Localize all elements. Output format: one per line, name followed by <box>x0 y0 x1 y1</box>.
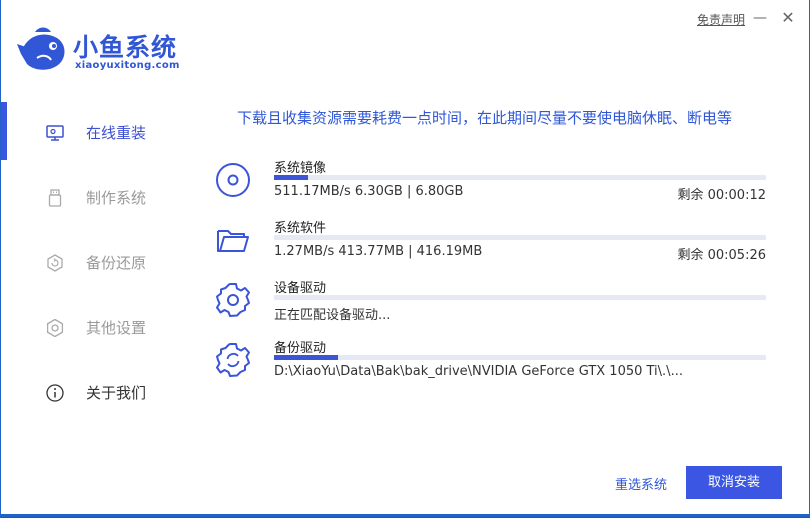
task-detail: 511.17MB/s 6.30GB | 6.80GB <box>274 184 464 199</box>
sidebar-item-label: 备份还原 <box>86 254 147 272</box>
progress-fill <box>274 175 309 180</box>
sidebar-item-online-reinstall[interactable]: 在线重装 <box>1 112 191 152</box>
download-notice: 下载且收集资源需要耗费一点时间，在此期间尽量不要使电脑休眠、断电等 <box>237 109 733 127</box>
logo-subtitle: xiaoyuxitong.com <box>75 60 180 71</box>
task-remaining: 剩余 00:00:12 <box>677 188 766 203</box>
disclaimer-link[interactable]: 免责声明 <box>697 11 745 28</box>
logo-title: 小鱼系统 <box>73 33 178 62</box>
task-remaining: 剩余 00:05:26 <box>677 248 766 263</box>
progress-bar <box>274 235 766 240</box>
gear-icon <box>46 318 64 338</box>
task-device-driver: 设备驱动 正在匹配设备驱动... <box>215 280 775 336</box>
progress-bar <box>274 175 766 180</box>
task-system-software: 系统软件 1.27MB/s 413.77MB | 416.19MB 剩余 00:… <box>215 220 775 276</box>
task-backup-driver: 备份驱动 D:\XiaoYu\Data\Bak\bak_drive\NVIDIA… <box>215 340 775 396</box>
task-detail: D:\XiaoYu\Data\Bak\bak_drive\NVIDIA GeFo… <box>274 364 683 379</box>
task-detail: 正在匹配设备驱动... <box>274 308 391 323</box>
usb-drive-icon <box>48 189 62 207</box>
sidebar-item-label: 其他设置 <box>86 319 147 337</box>
sidebar-item-backup-restore[interactable]: 备份还原 <box>1 242 191 282</box>
gear-icon <box>216 283 250 317</box>
sidebar-item-label: 在线重装 <box>86 124 147 142</box>
monitor-icon <box>46 125 64 141</box>
close-button[interactable]: ✕ <box>779 9 797 27</box>
info-icon <box>46 384 64 402</box>
task-name: 系统镜像 <box>274 161 327 176</box>
installer-window: 免责声明 — ✕ 小鱼系统 xiaoyuxitong.com 在线重装 制作系统… <box>0 0 810 517</box>
sidebar-item-make-system[interactable]: 制作系统 <box>1 177 191 217</box>
progress-bar <box>274 355 766 360</box>
reselect-system-button[interactable]: 重选系统 <box>615 474 667 493</box>
backup-icon <box>47 254 63 272</box>
progress-fill <box>274 355 338 360</box>
progress-bar <box>274 295 766 300</box>
folder-icon <box>217 230 249 252</box>
sidebar-item-other-settings[interactable]: 其他设置 <box>1 307 191 347</box>
sidebar-item-about-us[interactable]: 关于我们 <box>1 372 191 412</box>
task-name: 设备驱动 <box>274 281 327 296</box>
fish-logo-icon <box>17 27 65 70</box>
app-logo: 小鱼系统 xiaoyuxitong.com <box>17 24 207 78</box>
sync-gear-icon <box>216 343 250 377</box>
disc-icon <box>216 163 250 197</box>
task-name: 备份驱动 <box>274 341 327 356</box>
task-name: 系统软件 <box>274 221 327 236</box>
task-system-image: 系统镜像 511.17MB/s 6.30GB | 6.80GB 剩余 00:00… <box>215 160 775 216</box>
minimize-button[interactable]: — <box>751 9 769 27</box>
sidebar-item-label: 制作系统 <box>86 189 147 207</box>
sidebar-item-label: 关于我们 <box>86 384 147 402</box>
cancel-install-button[interactable]: 取消安装 <box>686 466 782 499</box>
task-detail: 1.27MB/s 413.77MB | 416.19MB <box>274 244 483 259</box>
